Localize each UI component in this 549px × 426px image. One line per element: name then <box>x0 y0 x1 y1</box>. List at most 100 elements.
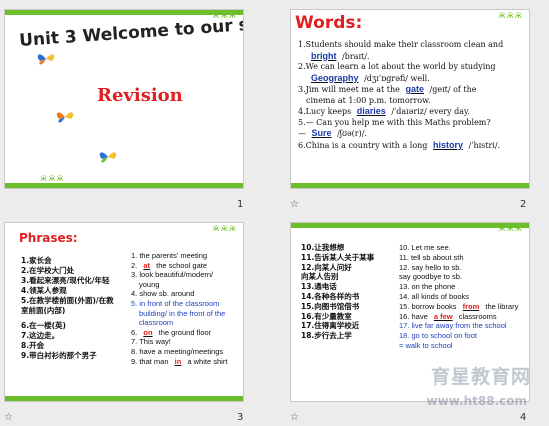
phrases-english-list: 1. the parents' meeting 2. at the school … <box>131 251 243 366</box>
phrase-en-item: 4. show sb. around <box>131 289 243 299</box>
slide-thumbnail-2[interactable]: ӝӝӝ Words: 1.Students should make their … <box>290 9 530 189</box>
word-item: 6.China is a country with a long history… <box>298 140 528 152</box>
phrase-cn-item: 3.看起来漂亮/现代化/年轻 <box>21 276 110 285</box>
answer-fill: from <box>462 301 480 311</box>
slide-page-number: 4 <box>520 412 527 423</box>
slide-bottom-bar <box>5 396 243 401</box>
phrase-en-item: 18. go to school on foot <box>399 331 529 341</box>
item-text: 18. go to school on foot <box>399 331 477 341</box>
phrases-english-list: 10. Let me see. 11. tell sb about sth 12. … <box>399 243 529 351</box>
phrase-en-item: 7. This way! <box>131 337 243 347</box>
words-exercise-list: 1.Students should make their classroom c… <box>298 40 528 151</box>
phrase-en-item: building/ in the front of the <box>131 309 243 319</box>
phrase-en-item: 15. borrow books from the library <box>399 302 529 312</box>
phrase-cn-item: 9.带白衬衫的那个男子 <box>21 351 97 360</box>
phrase-en-item: say goodbye to sb. <box>399 272 529 282</box>
phrases-chinese-list: 1.家长会 2.在学校大门处 3.看起来漂亮/现代化/年轻 4.领某人参观 5.在教学楼… <box>21 256 121 361</box>
phrase-cn-item: 10.让我想想 <box>301 243 345 252</box>
answer-fill: Geography <box>311 72 359 83</box>
item-text: 3. look beautiful/modern/ <box>131 270 214 280</box>
slide-bottom-bar <box>291 183 529 188</box>
phrase-cn-item: 4.领某人参观 <box>21 286 67 295</box>
item-text: 13. on the phone <box>399 282 456 292</box>
answer-fill: on <box>143 327 153 337</box>
item-text: 10. Let me see. <box>399 243 451 252</box>
item-text: classroom <box>139 318 174 328</box>
item-text: 9. that man <box>131 356 169 366</box>
item-text: /ʃʊə(r)/. <box>337 129 367 138</box>
item-text: 15. borrow books <box>399 301 457 311</box>
phrase-cn-item: 7.这边走。 <box>21 331 60 340</box>
slide-page-number: 3 <box>237 412 244 423</box>
phrase-en-item: 6. on the ground floor <box>131 327 243 338</box>
phrase-en-item: 8. have a meeting/meetings <box>131 346 243 357</box>
revision-heading: Revision <box>97 85 183 106</box>
word-item: bright /braɪt/. <box>298 51 528 63</box>
answer-fill: gate <box>405 84 424 94</box>
phrase-en-item: 14. all kinds of books <box>399 292 529 302</box>
answer-fill: Sure <box>311 128 332 138</box>
item-text: 3.Jim will meet me at the <box>298 85 400 94</box>
item-text: a white shirt <box>187 356 228 366</box>
slide-top-bar <box>291 223 529 228</box>
word-item: cinema at 1:00 p.m. tomorrow. <box>298 96 528 107</box>
item-text: 16. have <box>399 311 428 321</box>
item-text: /braɪt/. <box>342 51 370 61</box>
words-heading: Words: <box>295 13 363 33</box>
item-text: 1. the parents' meeting <box>131 251 208 260</box>
item-text: cinema at 1:00 p.m. tomorrow. <box>306 95 431 105</box>
phrase-cn-item: 8.开会 <box>21 341 45 350</box>
sprout-decoration-icon: ӝӝӝ <box>498 11 523 20</box>
slide-star-icon: ☆ <box>290 412 299 423</box>
phrases-heading: Phrases: <box>19 231 78 245</box>
phrase-en-item: 2. at the school gate <box>131 260 243 271</box>
word-item: 4.Lucy keeps diaries /ˈdaɪəriz/ every da… <box>298 106 528 118</box>
item-text: — <box>298 129 306 138</box>
watermark-logo: 育星教育网 <box>430 366 531 388</box>
phrases-chinese-list: 10.让我想想 11.告诉某人关于某事 12.向某人问好 向某人告别 13.通电话 14… <box>301 243 393 341</box>
item-text: 5. in front of the classroom <box>131 298 220 308</box>
butterfly-icon <box>99 152 117 163</box>
item-text: 4. show sb. around <box>131 289 195 299</box>
phrase-cn-item: 5.在教学楼前面(外面)/在教室前面(内部) <box>21 296 114 315</box>
word-item: 2.We can learn a lot about the world by … <box>298 62 528 73</box>
phrase-cn-item: 2.在学校大门处 <box>21 266 75 275</box>
phrase-en-item: 11. tell sb about sth <box>399 253 529 263</box>
phrase-cn-item: 16.有少量教室 <box>301 311 352 321</box>
slide-thumbnail-1[interactable]: ӝӝӝ ӝӝӝ Unit 3 Welcome to our school Rev… <box>4 9 244 189</box>
phrase-en-item: young <box>131 279 243 290</box>
item-text: 11. tell sb about sth <box>399 252 464 262</box>
answer-fill: at <box>143 260 151 270</box>
phrase-cn-item: 12.向某人问好 <box>301 262 352 272</box>
word-item: — Sure /ʃʊə(r)/. <box>298 128 528 140</box>
phrase-en-item: classroom <box>131 318 243 328</box>
butterfly-icon <box>56 112 74 123</box>
item-text: the ground floor <box>158 327 212 337</box>
word-item: 1.Students should make their classroom c… <box>298 40 528 51</box>
phrase-cn-item: 17.住得离学校近 <box>301 321 360 331</box>
item-text: 12. say hello to sb. <box>399 262 462 272</box>
answer-fill: diaries <box>356 106 386 116</box>
phrase-en-item: = walk to school <box>399 341 529 351</box>
slide-thumbnail-3[interactable]: ӝӝӝ Phrases: 1.家长会 2.在学校大门处 3.看起来漂亮/现代化/年轻… <box>4 222 244 402</box>
watermark-url: www.ht88.com <box>426 394 527 408</box>
slide-top-bar <box>5 10 243 15</box>
word-item: Geography /dʒɪˈɒgrəfi/ well. <box>298 73 528 85</box>
item-text: 8. have a meeting/meetings <box>131 346 224 356</box>
word-item: 5.— Can you help me with this Maths prob… <box>298 118 528 129</box>
item-text: 2. <box>131 260 138 270</box>
slide-star-icon: ☆ <box>4 412 13 423</box>
answer-fill: history <box>432 139 463 150</box>
item-text: 2.We can learn a lot about the world by … <box>298 62 496 71</box>
phrase-en-item: 1. the parents' meeting <box>131 251 243 261</box>
answer-fill: a few <box>433 311 453 321</box>
slide-star-icon: ☆ <box>290 199 299 210</box>
item-text: /ˈdaɪəriz/ every day. <box>391 107 470 116</box>
item-text: 5.— Can you help me with this Maths prob… <box>298 117 491 127</box>
phrase-cn-item: 14.各种各样的书 <box>301 291 360 301</box>
answer-fill: bright <box>311 50 337 61</box>
phrase-en-item: 10. Let me see. <box>399 243 529 253</box>
item-text: young <box>139 279 160 289</box>
item-text: /dʒɪˈɒgrəfi/ well. <box>364 73 430 83</box>
answer-fill: in <box>174 356 182 366</box>
